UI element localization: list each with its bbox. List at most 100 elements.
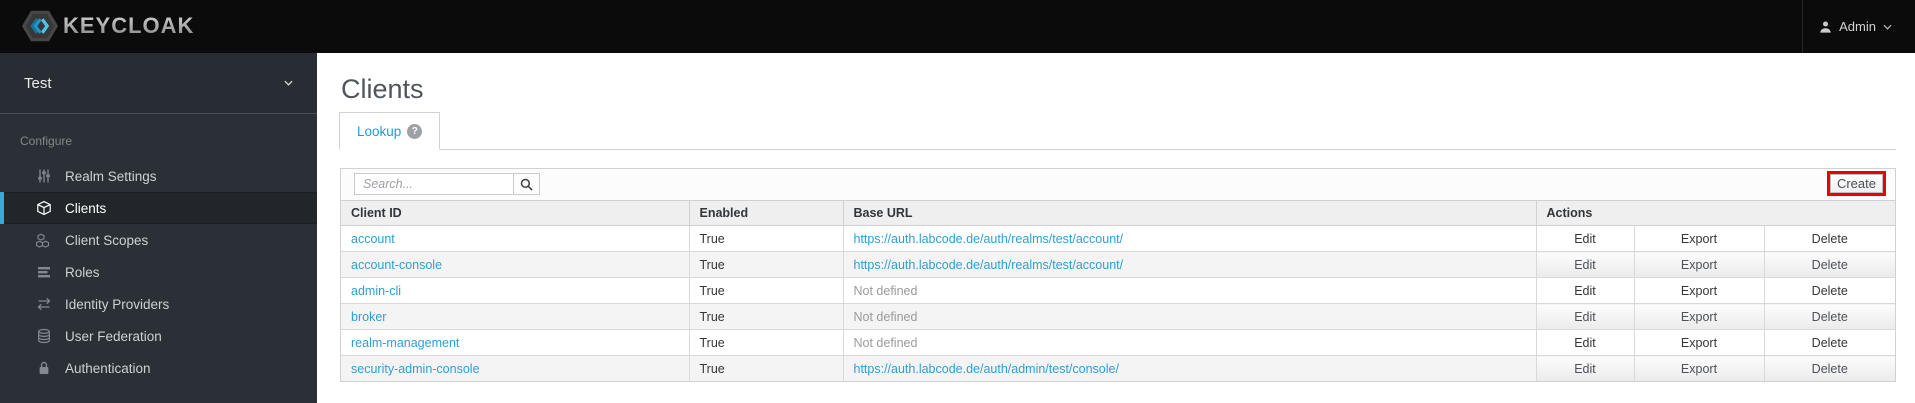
user-icon xyxy=(1820,21,1831,33)
edit-button[interactable]: Edit xyxy=(1535,355,1634,381)
sidebar-item-label: Clients xyxy=(65,200,107,216)
base-url-not-defined: Not defined xyxy=(853,309,918,324)
client-id-cell: account xyxy=(341,225,689,252)
sidebar: Test Configure Realm Settings Clients Clie… xyxy=(0,53,317,403)
base-url-link[interactable]: https://auth.labcode.de/auth/realms/test… xyxy=(854,232,1124,246)
client-id-link[interactable]: security-admin-console xyxy=(351,362,480,376)
delete-button[interactable]: Delete xyxy=(1763,329,1895,356)
enabled-cell: True xyxy=(688,251,843,278)
export-button[interactable]: Export xyxy=(1633,355,1764,381)
base-url-cell: https://auth.labcode.de/auth/admin/test/… xyxy=(842,355,1536,381)
clients-panel: Create Client ID Enabled Base URL Action… xyxy=(340,168,1896,382)
annotation-box: Create xyxy=(1826,171,1886,196)
keycloak-logo-icon xyxy=(22,10,58,42)
edit-button[interactable]: Edit xyxy=(1535,251,1634,278)
header-separator xyxy=(1802,0,1803,53)
table-toolbar: Create xyxy=(341,169,1895,201)
export-button[interactable]: Export xyxy=(1633,225,1764,252)
sidebar-item-user-federation[interactable]: User Federation xyxy=(0,320,317,352)
sidebar-item-clients[interactable]: Clients xyxy=(0,192,317,224)
client-id-link[interactable]: realm-management xyxy=(351,336,459,350)
list-icon xyxy=(36,264,52,280)
table-row: account True https://auth.labcode.de/auth/… xyxy=(341,225,1895,252)
edit-button[interactable]: Edit xyxy=(1535,303,1634,330)
enabled-cell: True xyxy=(688,329,843,356)
client-id-cell: security-admin-console xyxy=(341,355,689,381)
table-row: realm-management True Not defined Edit Expor… xyxy=(341,329,1895,356)
sidebar-item-label: Client Scopes xyxy=(65,232,149,248)
database-icon xyxy=(36,328,52,344)
export-button[interactable]: Export xyxy=(1633,303,1764,330)
exchange-icon xyxy=(36,296,52,312)
sidebar-item-label: Authentication xyxy=(65,360,151,376)
export-button[interactable]: Export xyxy=(1633,329,1764,356)
search-icon xyxy=(520,178,533,191)
enabled-cell: True xyxy=(688,303,843,330)
export-button[interactable]: Export xyxy=(1633,251,1764,278)
search-input[interactable] xyxy=(354,173,514,195)
cubes-icon xyxy=(36,232,52,248)
tab-lookup[interactable]: Lookup ? xyxy=(339,112,441,150)
sidebar-item-label: Realm Settings xyxy=(65,168,157,184)
sidebar-nav: Realm Settings Clients Client Scopes Roles I… xyxy=(0,160,317,384)
delete-button[interactable]: Delete xyxy=(1763,225,1895,252)
chevron-down-icon xyxy=(1883,24,1892,30)
search-button[interactable] xyxy=(513,173,540,195)
base-url-cell: https://auth.labcode.de/auth/realms/test… xyxy=(842,251,1536,278)
sidebar-item-identity-providers[interactable]: Identity Providers xyxy=(0,288,317,320)
main-content: Clients Lookup ? Create xyxy=(317,53,1915,403)
keycloak-logo: KEYCLOAK xyxy=(22,9,194,43)
client-id-cell: admin-cli xyxy=(341,277,689,304)
base-url-not-defined: Not defined xyxy=(853,283,918,298)
edit-button[interactable]: Edit xyxy=(1535,277,1634,304)
sidebar-item-roles[interactable]: Roles xyxy=(0,256,317,288)
user-menu[interactable]: Admin xyxy=(1819,0,1892,53)
page-title: Clients xyxy=(341,74,424,104)
base-url-cell: Not defined xyxy=(842,303,1536,330)
client-id-link[interactable]: account-console xyxy=(351,258,442,272)
chevron-down-icon xyxy=(284,80,293,86)
sidebar-item-realm-settings[interactable]: Realm Settings xyxy=(0,160,317,192)
client-id-cell: realm-management xyxy=(341,329,689,356)
edit-button[interactable]: Edit xyxy=(1535,329,1634,356)
table-row: broker True Not defined Edit Export Delete xyxy=(341,303,1895,330)
realm-selector[interactable]: Test xyxy=(0,53,317,114)
enabled-cell: True xyxy=(688,355,843,381)
base-url-cell: https://auth.labcode.de/auth/realms/test… xyxy=(842,225,1536,252)
delete-button[interactable]: Delete xyxy=(1763,277,1895,304)
sidebar-item-label: User Federation xyxy=(65,328,162,344)
column-header-client-id: Client ID xyxy=(341,201,689,226)
delete-button[interactable]: Delete xyxy=(1763,355,1895,381)
sidebar-item-label: Roles xyxy=(65,264,100,280)
edit-button[interactable]: Edit xyxy=(1535,225,1634,252)
sidebar-item-authentication[interactable]: Authentication xyxy=(0,352,317,384)
table-row: account-console True https://auth.labcode.… xyxy=(341,251,1895,278)
clients-table: Client ID Enabled Base URL Actions accou… xyxy=(341,201,1895,381)
table-row: security-admin-console True https://auth.l… xyxy=(341,355,1895,381)
client-id-link[interactable]: broker xyxy=(351,310,386,324)
client-id-cell: account-console xyxy=(341,251,689,278)
app-header: KEYCLOAK Admin xyxy=(0,0,1915,53)
export-button[interactable]: Export xyxy=(1633,277,1764,304)
delete-button[interactable]: Delete xyxy=(1763,303,1895,330)
create-button[interactable]: Create xyxy=(1829,174,1883,193)
enabled-cell: True xyxy=(688,277,843,304)
lock-icon xyxy=(36,360,52,376)
sidebar-item-client-scopes[interactable]: Client Scopes xyxy=(0,224,317,256)
sliders-icon xyxy=(36,168,52,184)
sidebar-item-label: Identity Providers xyxy=(65,296,170,312)
help-icon[interactable]: ? xyxy=(407,123,423,139)
enabled-cell: True xyxy=(688,225,843,252)
client-id-cell: broker xyxy=(341,303,689,330)
base-url-link[interactable]: https://auth.labcode.de/auth/admin/test/… xyxy=(854,362,1119,376)
column-header-enabled: Enabled xyxy=(688,201,843,226)
client-id-link[interactable]: account xyxy=(351,232,395,246)
realm-name: Test xyxy=(24,74,52,92)
table-header-row: Client ID Enabled Base URL Actions xyxy=(341,201,1895,226)
client-id-link[interactable]: admin-cli xyxy=(351,284,401,298)
base-url-cell: Not defined xyxy=(842,329,1536,356)
user-name: Admin xyxy=(1839,19,1876,34)
base-url-link[interactable]: https://auth.labcode.de/auth/realms/test… xyxy=(854,258,1124,272)
delete-button[interactable]: Delete xyxy=(1763,251,1895,278)
configure-label: Configure xyxy=(20,134,73,148)
